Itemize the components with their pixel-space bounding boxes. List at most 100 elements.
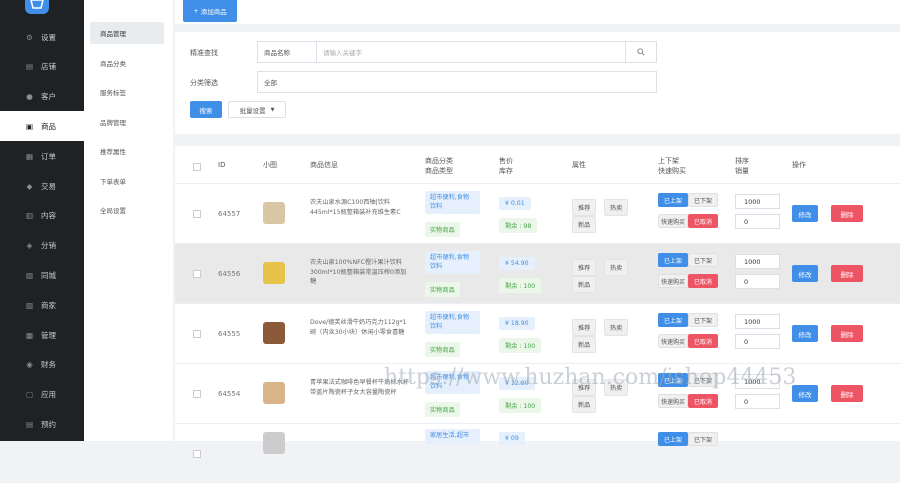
goods-id: 64554 <box>218 390 241 398</box>
row-checkbox[interactable] <box>193 450 201 458</box>
quick-buy-button[interactable]: 快速购买 <box>658 214 688 228</box>
sidebar-item-label: 交易 <box>41 181 56 191</box>
sidebar-item-3[interactable]: ▣ 商品 <box>0 111 84 142</box>
cancel-quick-buy-button[interactable]: 已取消 <box>688 334 718 348</box>
subnav-item-5[interactable]: 下单表单 <box>90 170 164 192</box>
edit-button[interactable]: 修改 <box>792 325 818 342</box>
sidebar-item-label: 应用 <box>41 390 56 400</box>
cancel-quick-buy-button[interactable]: 已取消 <box>688 274 718 288</box>
sort-input[interactable]: 1000 <box>735 194 780 209</box>
tag-hot[interactable]: 热卖 <box>604 319 629 336</box>
off-shelf-button[interactable]: 已下架 <box>688 193 718 207</box>
off-shelf-button[interactable]: 已下架 <box>688 432 718 446</box>
tag-recommend[interactable]: 推荐 <box>572 259 597 276</box>
sales-input[interactable]: 0 <box>735 274 780 289</box>
on-shelf-button[interactable]: 已上架 <box>658 313 688 327</box>
row-checkbox[interactable] <box>193 390 201 398</box>
goods-thumbnail <box>263 322 285 344</box>
sidebar-item-0[interactable]: ⚙ 设置 <box>0 22 84 52</box>
sub-sidebar: 商品管理商品分类服务标签品牌管理推荐属性下单表单全局设置 <box>84 0 173 441</box>
edit-button[interactable]: 修改 <box>792 265 818 282</box>
delete-button[interactable]: 删除 <box>831 205 863 222</box>
search-input[interactable]: 请输入关键字 <box>316 41 626 63</box>
subnav-item-6[interactable]: 全局设置 <box>90 199 164 221</box>
batch-settings-button[interactable]: 批量设置 ▼ <box>228 101 286 118</box>
select-all-checkbox[interactable] <box>193 163 201 171</box>
tag-recommend[interactable]: 推荐 <box>572 319 597 336</box>
sales-input[interactable]: 0 <box>735 334 780 349</box>
quick-buy-button[interactable]: 快速购买 <box>658 334 688 348</box>
goods-name: Dove/德芙丝滑牛奶巧克力112g*1碗（内含30小块）休闲小零食喜糖 <box>310 319 407 336</box>
sidebar-item-1[interactable]: ▤ 店铺 <box>0 52 84 82</box>
search-field-select[interactable]: 商品名称 <box>257 41 317 63</box>
tag-recommend[interactable]: 推荐 <box>572 199 597 216</box>
sidebar-item-label: 管理 <box>41 330 56 340</box>
subnav-item-4[interactable]: 推荐属性 <box>90 140 164 162</box>
manage-icon: ▩ <box>25 330 34 340</box>
cancel-quick-buy-button[interactable]: 已取消 <box>688 394 718 408</box>
sidebar-item-7[interactable]: ◈ 分销 <box>0 231 84 261</box>
sidebar-item-6[interactable]: ▥ 内容 <box>0 201 84 231</box>
off-shelf-button[interactable]: 已下架 <box>688 253 718 267</box>
off-shelf-button[interactable]: 已下架 <box>688 313 718 327</box>
row-checkbox[interactable] <box>193 210 201 218</box>
sort-input[interactable]: 1000 <box>735 254 780 269</box>
goods-stock: 剩余 : 100 <box>499 278 542 293</box>
merchant-icon: ▨ <box>25 300 34 310</box>
edit-button[interactable]: 修改 <box>792 205 818 222</box>
finance-icon: ◉ <box>26 360 33 370</box>
gear-icon: ⚙ <box>26 32 33 42</box>
table-row: 64556 农夫山泉100%NFC橙汁果汁饮料300ml*10瓶整箱装常温压榨0添… <box>175 243 900 303</box>
tag-hot[interactable]: 热卖 <box>604 259 629 276</box>
tag-hot[interactable]: 热卖 <box>604 199 629 216</box>
sidebar-item-label: 商家 <box>41 300 56 310</box>
sidebar-item-label: 商品 <box>41 121 56 131</box>
on-shelf-button[interactable]: 已上架 <box>658 193 688 207</box>
search-button[interactable]: 搜索 <box>190 101 222 118</box>
goods-category: 超市便利,食物饮料 <box>425 311 480 334</box>
tag-new[interactable]: 新品 <box>572 276 597 293</box>
quick-buy-button[interactable]: 快速购买 <box>658 274 688 288</box>
category-select[interactable]: 全部 <box>257 71 657 93</box>
cancel-quick-buy-button[interactable]: 已取消 <box>688 214 718 228</box>
subnav-item-3[interactable]: 品牌管理 <box>90 111 164 133</box>
sidebar-item-13[interactable]: ▤ 预约 <box>0 409 84 439</box>
delete-button[interactable]: 删除 <box>831 385 863 402</box>
sidebar-item-12[interactable]: ▢ 应用 <box>0 380 84 410</box>
on-shelf-button[interactable]: 已上架 <box>658 432 688 446</box>
sidebar-item-2[interactable]: ● 客户 <box>0 82 84 112</box>
delete-button[interactable]: 删除 <box>831 325 863 342</box>
subnav-item-1[interactable]: 商品分类 <box>90 52 164 74</box>
sidebar-item-label: 内容 <box>41 211 56 221</box>
on-shelf-button[interactable]: 已上架 <box>658 253 688 267</box>
tag-new[interactable]: 新品 <box>572 336 597 353</box>
row-checkbox[interactable] <box>193 270 201 278</box>
sidebar-item-9[interactable]: ▨ 商家 <box>0 290 84 320</box>
goods-stock: 剩余 : 100 <box>499 338 542 353</box>
search-icon-button[interactable] <box>625 41 657 63</box>
sales-input[interactable]: 0 <box>735 394 780 409</box>
delete-button[interactable]: 删除 <box>831 265 863 282</box>
tag-new[interactable]: 新品 <box>572 396 597 413</box>
sidebar-item-10[interactable]: ▩ 管理 <box>0 320 84 350</box>
sales-input[interactable]: 0 <box>735 214 780 229</box>
header-thumb: 小图 <box>263 161 277 169</box>
sort-input[interactable]: 1000 <box>735 314 780 329</box>
header-id: ID <box>218 161 226 169</box>
quick-buy-button[interactable]: 快速购买 <box>658 394 688 408</box>
subnav-item-0[interactable]: 商品管理 <box>90 22 164 44</box>
sidebar-item-4[interactable]: ▦ 订单 <box>0 141 84 171</box>
content-icon: ▥ <box>25 211 34 221</box>
goods-type: 实物商品 <box>425 222 460 237</box>
add-goods-button[interactable]: + 添加商品 <box>183 0 237 22</box>
header-quickbuy: 快速购买 <box>658 167 686 175</box>
sidebar-item-11[interactable]: ◉ 财务 <box>0 350 84 380</box>
subnav-item-2[interactable]: 服务标签 <box>90 81 164 103</box>
tag-new[interactable]: 新品 <box>572 216 597 233</box>
sidebar-item-8[interactable]: ▧ 同城 <box>0 260 84 290</box>
sidebar-item-5[interactable]: ◆ 交易 <box>0 171 84 201</box>
app-logo[interactable] <box>25 0 49 14</box>
header-shelf: 上下架 <box>658 157 679 165</box>
row-checkbox[interactable] <box>193 330 201 338</box>
goods-id: 64557 <box>218 210 241 218</box>
